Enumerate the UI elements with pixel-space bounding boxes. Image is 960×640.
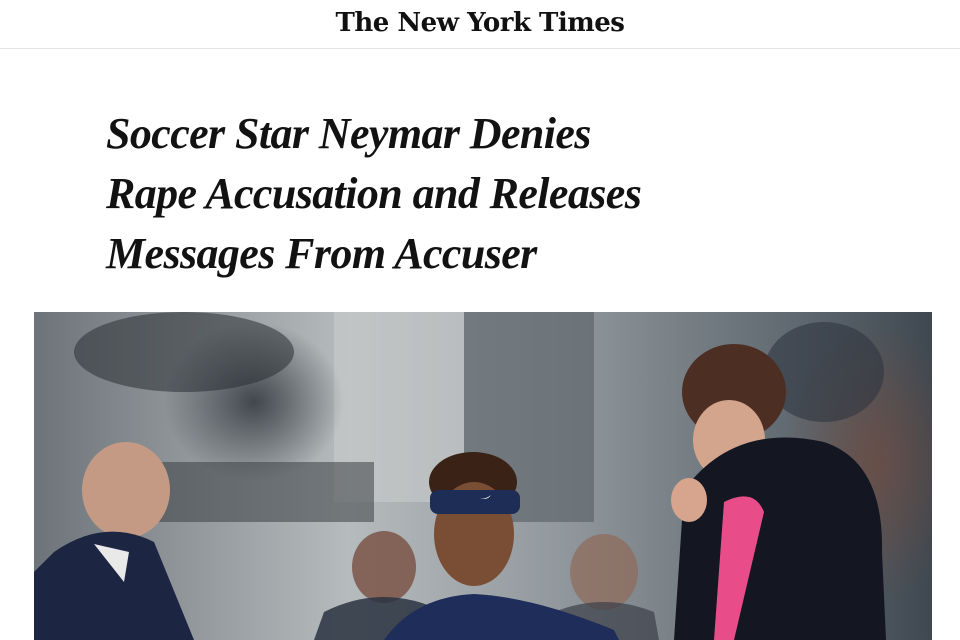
masthead-logo[interactable]: The New York Times (0, 4, 960, 42)
headline-line-3: Messages From Accuser (106, 229, 537, 278)
photo-illustration (34, 312, 932, 640)
site-header: The New York Times (0, 0, 960, 49)
article-lead-photo[interactable] (34, 312, 932, 640)
headline-line-1: Soccer Star Neymar Denies (106, 109, 591, 158)
article-headline: Soccer Star Neymar Denies Rape Accusatio… (106, 104, 866, 284)
headline-line-2: Rape Accusation and Releases (106, 169, 642, 218)
